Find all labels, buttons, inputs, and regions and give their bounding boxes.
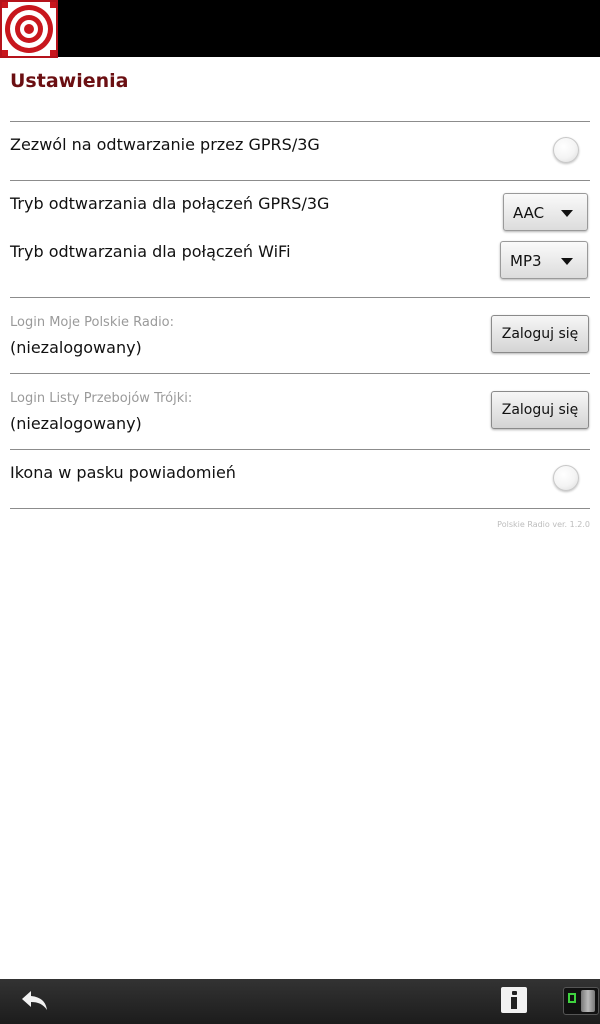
info-stem [511,997,517,1009]
chevron-down-icon [561,210,573,217]
trojka-login-button[interactable]: Zaloguj się [491,391,589,429]
wifi-mode-label: Tryb odtwarzania dla połączeń WiFi [10,242,291,261]
notification-icon-toggle[interactable] [553,465,579,491]
page-title: Ustawienia [10,70,129,92]
moje-login-label: Login Moje Polskie Radio: [10,315,175,330]
settings-screen: Ustawienia Zezwól na odtwarzanie przez G… [0,0,600,1024]
back-arrow-icon[interactable] [20,989,50,1013]
top-bar [0,0,600,58]
gprs-playback-label: Zezwól na odtwarzanie przez GPRS/3G [10,135,320,154]
chevron-down-icon [561,258,573,265]
divider [10,121,590,122]
navigation-bar [0,979,600,1024]
info-dot [512,991,517,995]
connection-status-icon[interactable] [563,987,599,1015]
notification-icon-label: Ikona w pasku powiadomień [10,463,236,482]
gprs-mode-dropdown[interactable]: AAC [503,193,588,231]
polskie-radio-logo-icon[interactable] [0,0,58,58]
divider [10,373,590,374]
moje-login-status: (niezalogowany) [10,338,142,357]
wifi-mode-dropdown[interactable]: MP3 [500,241,588,279]
divider [10,297,590,298]
gprs-playback-toggle[interactable] [553,137,579,163]
divider [10,180,590,181]
version-text: Polskie Radio ver. 1.2.0 [497,520,590,529]
trojka-login-status: (niezalogowany) [10,414,142,433]
status-gray-indicator [581,990,595,1012]
gprs-mode-value: AAC [513,204,545,222]
trojka-login-label: Login Listy Przebojów Trójki: [10,391,193,406]
gprs-mode-label: Tryb odtwarzania dla połączeń GPRS/3G [10,194,330,213]
info-icon[interactable] [501,987,527,1013]
wifi-mode-value: MP3 [510,252,542,270]
divider [10,508,590,509]
status-green-indicator [568,993,576,1003]
divider [10,449,590,450]
moje-login-button[interactable]: Zaloguj się [491,315,589,353]
